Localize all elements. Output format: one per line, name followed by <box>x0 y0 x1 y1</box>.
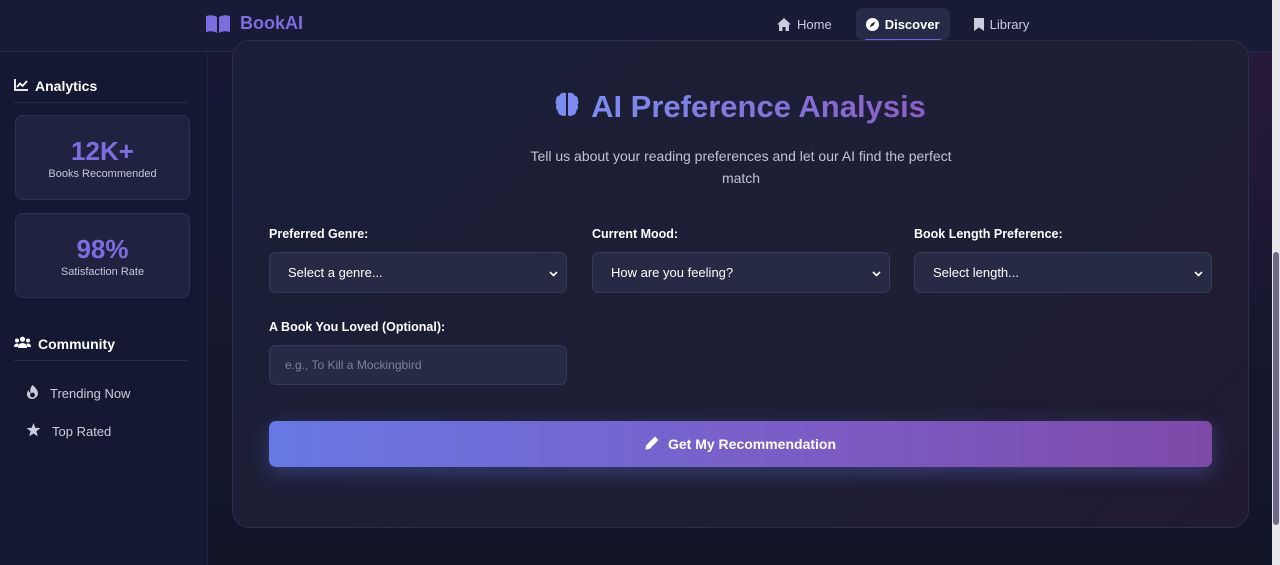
mood-select[interactable]: How are you feeling? <box>592 252 890 293</box>
get-recommendation-label: Get My Recommendation <box>667 436 837 452</box>
open-book-icon <box>205 14 231 34</box>
nav-discover-label: Discover <box>884 16 940 32</box>
star-icon <box>26 423 41 440</box>
scrollbar-thumb[interactable] <box>1273 252 1279 525</box>
nav-home[interactable]: Home <box>767 8 842 40</box>
brain-icon <box>555 92 579 122</box>
sidebar-item-trending[interactable]: Trending Now <box>26 385 130 402</box>
stat-label: Books Recommended <box>48 167 157 180</box>
brand-name: BookAI <box>240 13 303 33</box>
stat-card-books: 12K+ Books Recommended <box>15 115 190 200</box>
mood-select-value: How are you feeling? <box>611 265 734 280</box>
line-chart-icon <box>14 78 28 94</box>
home-icon <box>777 17 791 31</box>
nav-home-label: Home <box>797 16 832 32</box>
compass-icon <box>865 17 879 31</box>
community-heading-label: Community <box>38 336 115 352</box>
nav-library[interactable]: Library <box>964 8 1040 40</box>
sidebar: Analytics 12K+ Books Recommended 98% Sat… <box>0 53 208 565</box>
flame-icon <box>26 385 39 402</box>
preference-card: AI Preference Analysis Tell us about you… <box>232 40 1249 528</box>
bookmark-icon <box>973 17 984 31</box>
mood-label: Current Mood: <box>592 227 679 241</box>
users-icon <box>14 336 31 352</box>
stat-value: 98% <box>76 233 129 264</box>
genre-label: Preferred Genre: <box>269 227 369 241</box>
title-row: AI Preference Analysis <box>233 89 1248 125</box>
stat-value: 12K+ <box>71 135 134 166</box>
chevron-down-icon <box>872 265 881 280</box>
community-heading: Community <box>14 336 188 361</box>
stat-card-satisfaction: 98% Satisfaction Rate <box>15 213 190 298</box>
get-recommendation-button[interactable]: Get My Recommendation <box>269 421 1212 467</box>
sidebar-item-trending-label: Trending Now <box>50 386 131 401</box>
page-title: AI Preference Analysis <box>591 89 926 124</box>
nav-library-label: Library <box>989 16 1030 32</box>
nav-links: Home Discover Library <box>767 8 1040 41</box>
length-select[interactable]: Select length... <box>914 252 1212 293</box>
pencil-icon <box>645 436 659 453</box>
loved-book-input[interactable] <box>269 345 567 385</box>
length-select-value: Select length... <box>933 265 1019 280</box>
analytics-heading-label: Analytics <box>35 78 98 94</box>
page-subtitle: Tell us about your reading preferences a… <box>530 148 952 186</box>
genre-select-value: Select a genre... <box>288 265 383 280</box>
stat-label: Satisfaction Rate <box>60 265 145 278</box>
chevron-down-icon <box>549 265 558 280</box>
loved-book-label: A Book You Loved (Optional): <box>269 320 446 334</box>
genre-select[interactable]: Select a genre... <box>269 252 567 293</box>
length-label: Book Length Preference: <box>914 227 1063 241</box>
page-scrollbar[interactable] <box>1272 0 1280 565</box>
chevron-down-icon <box>1194 265 1203 280</box>
brand[interactable]: BookAI <box>205 13 303 34</box>
sidebar-item-top-rated-label: Top Rated <box>52 424 112 439</box>
sidebar-item-top-rated[interactable]: Top Rated <box>26 423 111 440</box>
nav-discover[interactable]: Discover <box>855 8 950 41</box>
page: BookAI Home Discover Library Analytics 1… <box>0 0 1280 565</box>
analytics-heading: Analytics <box>14 78 188 103</box>
